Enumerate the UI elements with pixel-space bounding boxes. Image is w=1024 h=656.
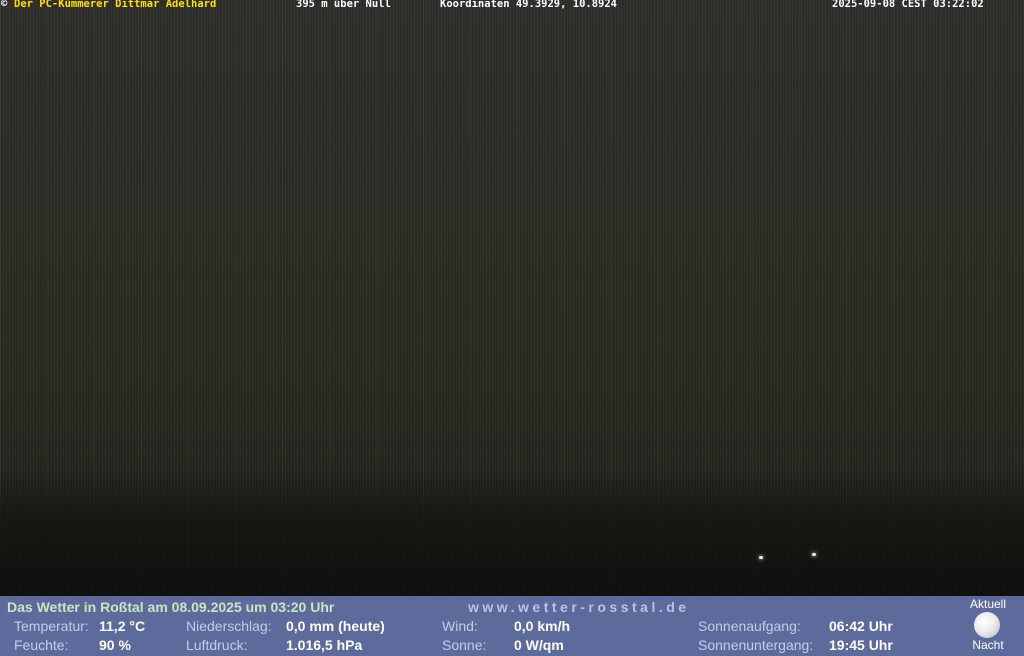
webcam-image (0, 0, 1024, 596)
owner-credit: Der PC-Kümmerer Dittmar Adelhard (14, 0, 217, 10)
humidity-label: Feuchte: (14, 637, 69, 653)
sunrise-value: 06:42 Uhr (829, 618, 893, 634)
humidity-value: 90 % (99, 637, 131, 653)
coordinates-text: Koordinaten 49.3929, 10.8924 (440, 0, 618, 10)
sun-label: Sonne: (442, 637, 487, 653)
moon-icon (974, 612, 1000, 638)
distant-light (759, 556, 763, 559)
webcam-overlay-line: © Der PC-Kümmerer Dittmar Adelhard 395 m… (0, 0, 1024, 12)
pressure-value: 1.016,5 hPa (286, 637, 363, 653)
website-label: www.wetter-rosstal.de (468, 599, 690, 615)
distant-light (812, 553, 816, 556)
pressure-label: Luftdruck: (186, 637, 248, 653)
temperature-label: Temperatur: (14, 618, 89, 634)
altitude-text: 395 m über Null (296, 0, 391, 10)
moon-phase-box: Aktuell Nacht (960, 596, 1016, 656)
precipitation-value: 0,0 mm (heute) (286, 618, 385, 634)
timestamp-text: 2025-09-08 CEST 03:22:02 (832, 0, 984, 10)
sun-value: 0 W/qm (514, 637, 564, 653)
dark-ground (0, 470, 1024, 596)
sunset-value: 19:45 Uhr (829, 637, 893, 653)
weather-heading: Das Wetter in Roßtal am 08.09.2025 um 03… (7, 599, 335, 615)
weather-info-bar: Das Wetter in Roßtal am 08.09.2025 um 03… (0, 596, 1024, 656)
moon-bottom-label: Nacht (972, 638, 1004, 652)
copyright-symbol: © (1, 0, 8, 10)
sunrise-label: Sonnenaufgang: (698, 618, 801, 634)
temperature-value: 11,2 °C (99, 618, 146, 634)
moon-top-label: Aktuell (969, 597, 1007, 611)
wind-label: Wind: (442, 618, 478, 634)
precipitation-label: Niederschlag: (186, 618, 272, 634)
wind-value: 0,0 km/h (514, 618, 571, 634)
sunset-label: Sonnenuntergang: (698, 637, 814, 653)
